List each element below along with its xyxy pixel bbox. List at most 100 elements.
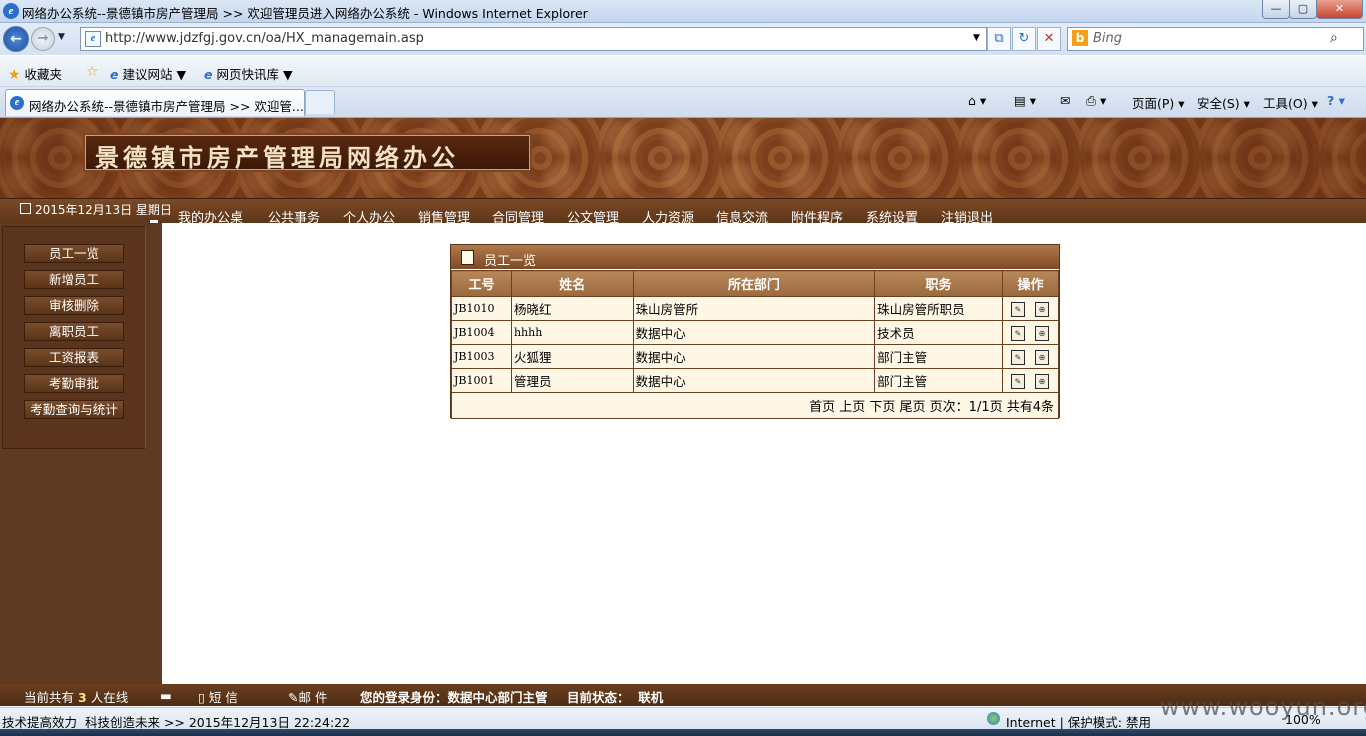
- table-row: JB1003 火狐狸 数据中心 部门主管 ✎ ⊕: [451, 344, 1060, 369]
- panel-header: 员工一览: [451, 245, 1059, 269]
- page-menu-label: 页面(P): [1132, 96, 1175, 111]
- employee-list-panel: 员工一览 工号 姓名 所在部门 职务 操作 JB1010 杨晓红 珠山房管所 珠…: [450, 244, 1060, 419]
- os-taskbar: [0, 729, 1366, 736]
- sms-link[interactable]: ▯ 短 信: [198, 687, 238, 706]
- employee-id: JB1004: [451, 320, 512, 345]
- tab-bar: e 网络办公系统--景德镇市房产管理局 >> 欢迎管... ⌂ ▾ ▤ ▾ ✉ …: [0, 87, 1366, 118]
- favorites-bar: ★ 收藏夹 ☆ e 建议网站 ▼ e 网页快讯库 ▼: [0, 56, 1366, 87]
- employee-department: 数据中心: [632, 344, 876, 369]
- mail-icon: ✎: [288, 690, 299, 705]
- search-input[interactable]: Bing: [1093, 31, 1122, 46]
- table-row: JB1004 hhhh 数据中心 技术员 ✎ ⊕: [451, 320, 1060, 345]
- row-actions: ✎ ⊕: [1001, 368, 1060, 393]
- stop-icon[interactable]: ✕: [1037, 27, 1061, 51]
- connection-status: 目前状态： 联机: [567, 690, 664, 705]
- employee-department: 珠山房管所: [632, 296, 876, 321]
- sidebar-item-add-employee[interactable]: 新增员工: [24, 270, 124, 289]
- compatibility-view-icon[interactable]: ⧉: [987, 27, 1011, 51]
- home-icon[interactable]: ⌂ ▾: [968, 93, 986, 108]
- online-prefix: 当前共有: [24, 690, 75, 705]
- tab-favicon-icon: e: [10, 96, 24, 110]
- minimize-icon[interactable]: ▬: [160, 688, 172, 703]
- safety-menu[interactable]: 安全(S) ▾: [1197, 93, 1250, 112]
- sidebar-item-resigned[interactable]: 离职员工: [24, 322, 124, 341]
- calendar-icon: [20, 203, 31, 214]
- close-window-button[interactable]: ✕: [1316, 0, 1363, 19]
- help-icon[interactable]: ? ▾: [1327, 93, 1345, 108]
- edit-icon[interactable]: ✎: [1010, 325, 1025, 341]
- panel-title: 员工一览: [484, 254, 537, 269]
- column-header-actions: 操作: [1001, 270, 1060, 297]
- online-suffix: 人在线: [90, 690, 129, 705]
- tools-menu-label: 工具(O): [1263, 96, 1308, 111]
- back-button[interactable]: ←: [3, 26, 29, 52]
- online-users: 当前共有 3 人在线: [24, 687, 128, 706]
- ie-page-icon: e: [110, 67, 119, 82]
- favorites-button[interactable]: ★ 收藏夹: [8, 64, 62, 83]
- maximize-button[interactable]: ▢: [1289, 0, 1317, 19]
- tab-active[interactable]: e 网络办公系统--景德镇市房产管理局 >> 欢迎管...: [5, 89, 305, 116]
- edit-icon[interactable]: ✎: [1010, 373, 1025, 389]
- view-details-icon[interactable]: ⊕: [1034, 301, 1049, 317]
- pager-row: 首页 上页 下页 尾页 页次：1/1页 共有4条: [451, 392, 1059, 419]
- sidebar-item-review-delete[interactable]: 审核删除: [24, 296, 124, 315]
- page-menu[interactable]: 页面(P) ▾: [1132, 93, 1185, 112]
- favorites-label: 收藏夹: [24, 67, 63, 82]
- employee-department: 数据中心: [632, 320, 876, 345]
- address-bar[interactable]: e http://www.jdzfgj.gov.cn/oa/HX_managem…: [80, 27, 987, 51]
- refresh-icon[interactable]: ↻: [1012, 27, 1036, 51]
- search-icon[interactable]: ⌕: [1330, 30, 1338, 46]
- suggested-sites-link[interactable]: e 建议网站 ▼: [110, 64, 186, 83]
- sidebar-item-attendance-stats[interactable]: 考勤查询与统计: [24, 400, 124, 419]
- minimize-button[interactable]: —: [1262, 0, 1290, 19]
- add-favorite-icon[interactable]: ☆: [86, 64, 99, 80]
- login-identity: 您的登录身份：数据中心部门主管: [360, 690, 548, 705]
- edit-icon[interactable]: ✎: [1010, 301, 1025, 317]
- ie-logo-icon: e: [3, 3, 19, 19]
- employee-position: 部门主管: [874, 368, 1003, 393]
- table-header-row: 工号 姓名 所在部门 职务 操作: [451, 270, 1060, 297]
- row-actions: ✎ ⊕: [1001, 344, 1060, 369]
- main-menu-bar: 2015年12月13日 星期日 我的办公桌 公共事务 个人办公 销售管理 合同管…: [0, 198, 1366, 226]
- web-slices-link[interactable]: e 网页快讯库 ▼: [204, 64, 293, 83]
- sidebar-item-payroll[interactable]: 工资报表: [24, 348, 124, 367]
- pagination[interactable]: 首页 上页 下页 尾页 页次：1/1页 共有4条: [451, 392, 1059, 419]
- tools-menu[interactable]: 工具(O) ▾: [1263, 93, 1318, 112]
- employee-name: hhhh: [510, 320, 634, 345]
- address-dropdown-icon[interactable]: ▼: [973, 33, 980, 43]
- globe-icon: [987, 712, 1000, 725]
- forward-button[interactable]: →: [31, 27, 55, 51]
- view-details-icon[interactable]: ⊕: [1034, 325, 1049, 341]
- view-details-icon[interactable]: ⊕: [1034, 373, 1049, 389]
- read-mail-icon[interactable]: ✉: [1060, 93, 1070, 108]
- online-count: 3: [78, 690, 87, 705]
- new-tab-button[interactable]: [305, 90, 335, 114]
- feeds-icon[interactable]: ▤ ▾: [1014, 93, 1036, 108]
- date-label: 2015年12月13日 星期日: [35, 203, 172, 217]
- employee-department: 数据中心: [632, 368, 876, 393]
- window-titlebar: e 网络办公系统--景德镇市房产管理局 >> 欢迎管理员进入网络办公系统 - W…: [0, 0, 1366, 23]
- mail-link[interactable]: ✎邮 件: [288, 687, 327, 706]
- ie-page-icon: e: [204, 67, 213, 82]
- web-slices-label: 网页快讯库: [216, 67, 279, 82]
- address-input[interactable]: http://www.jdzfgj.gov.cn/oa/HX_managemai…: [105, 31, 424, 46]
- employee-name: 火狐狸: [510, 344, 634, 369]
- page-icon: e: [85, 31, 101, 47]
- column-header-name: 姓名: [510, 270, 634, 297]
- table-row: JB1010 杨晓红 珠山房管所 珠山房管所职员 ✎ ⊕: [451, 296, 1060, 321]
- employee-name: 杨晓红: [510, 296, 634, 321]
- row-actions: ✎ ⊕: [1001, 296, 1060, 321]
- sidebar-item-employee-list[interactable]: 员工一览: [24, 244, 124, 263]
- print-icon[interactable]: ⎙ ▾: [1086, 93, 1106, 109]
- edit-icon[interactable]: ✎: [1010, 349, 1025, 365]
- history-dropdown-icon[interactable]: ▼: [58, 32, 65, 42]
- star-icon: ★: [8, 67, 21, 83]
- employee-position: 珠山房管所职员: [874, 296, 1003, 321]
- sidebar-item-attendance-approval[interactable]: 考勤审批: [24, 374, 124, 393]
- watermark: www.wooyun.org: [1160, 693, 1366, 721]
- column-header-department: 所在部门: [632, 270, 876, 297]
- search-box[interactable]: b Bing ⌕: [1067, 27, 1364, 51]
- bing-logo-icon: b: [1072, 30, 1088, 46]
- view-details-icon[interactable]: ⊕: [1034, 349, 1049, 365]
- employee-position: 部门主管: [874, 344, 1003, 369]
